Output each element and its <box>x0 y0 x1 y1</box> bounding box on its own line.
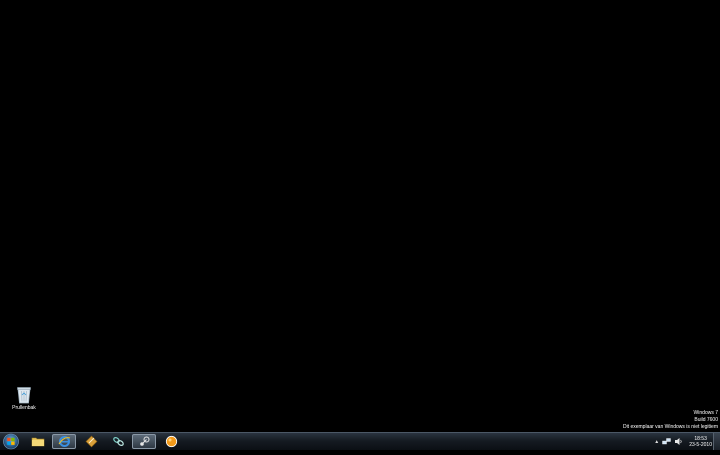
network-icon[interactable] <box>662 437 671 446</box>
tray-overflow-button[interactable]: ▲ <box>654 439 659 445</box>
recycle-bin-icon <box>17 387 31 404</box>
steam-icon <box>139 436 149 446</box>
chain-link-icon <box>112 437 124 446</box>
desktop[interactable]: Prullenbak Windows 7 Build 7600 Dit exem… <box>0 0 720 432</box>
activation-watermark: Windows 7 Build 7600 Dit exemplaar van W… <box>623 410 718 431</box>
start-button[interactable] <box>2 433 20 450</box>
taskbar-link-app-button[interactable] <box>106 434 130 449</box>
taskbar-ie-button[interactable] <box>52 434 76 449</box>
app-diamond-icon <box>85 435 97 448</box>
desktop-icon-label: Prullenbak <box>12 405 36 411</box>
desktop-icon-recycle-bin[interactable]: Prullenbak <box>6 386 42 411</box>
taskbar-orange-app-button[interactable] <box>159 434 183 449</box>
watermark-line-build: Build 7600 <box>694 417 718 423</box>
orange-orb-icon <box>165 435 177 448</box>
taskbar-explorer-button[interactable] <box>26 434 50 449</box>
system-tray: ▲ 18:53 23-5-2010 <box>654 433 712 450</box>
internet-explorer-icon <box>58 436 70 447</box>
windows-start-orb-icon <box>3 433 19 450</box>
taskbar: ▲ 18:53 23-5-2010 <box>0 432 720 450</box>
show-desktop-button[interactable] <box>713 433 720 450</box>
watermark-line-notice: Dit exemplaar van Windows is niet legiti… <box>622 424 718 430</box>
taskbar-steam-button[interactable] <box>132 434 156 449</box>
taskbar-app-button[interactable] <box>79 434 103 449</box>
speaker-icon[interactable] <box>674 437 683 446</box>
clock-date: 23-5-2010 <box>689 441 712 448</box>
taskbar-clock[interactable]: 18:53 23-5-2010 <box>689 436 712 448</box>
watermark-line-os: Windows 7 <box>693 410 718 416</box>
folder-icon <box>31 437 45 447</box>
